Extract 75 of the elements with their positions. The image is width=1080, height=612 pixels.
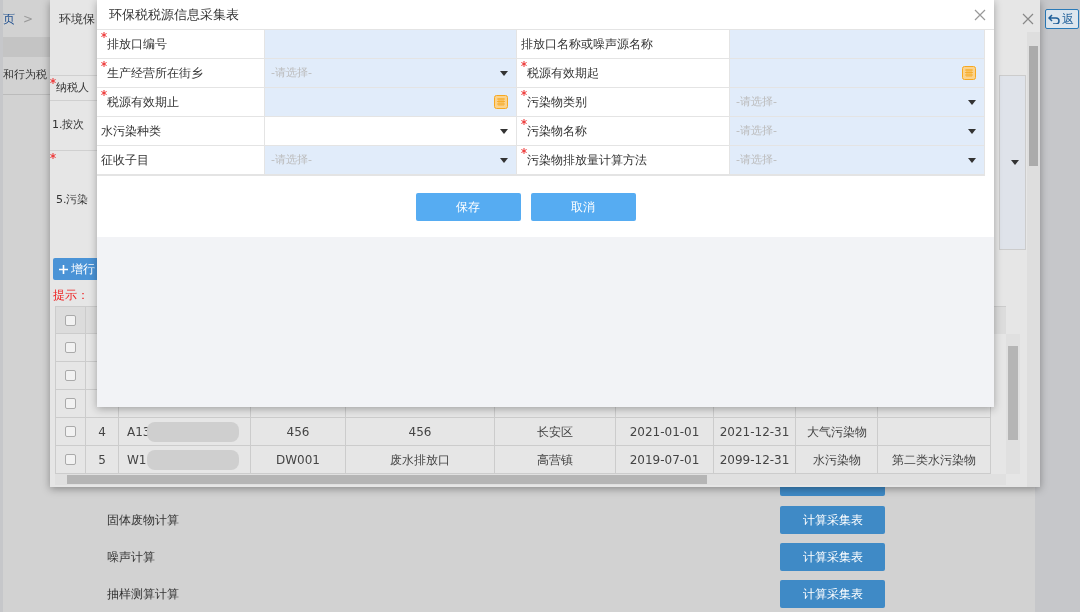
caret-icon [500, 128, 508, 134]
table-cell-text: 大气污染物 [806, 423, 867, 441]
caret-icon [968, 128, 976, 134]
table-cell-text: 456 [408, 423, 432, 441]
tab-label[interactable]: 和行为税 [3, 67, 47, 84]
field-label: 污染物名称 [527, 123, 587, 140]
field-label: 污染物排放量计算方法 [527, 152, 647, 169]
window-scrollbar[interactable] [1027, 32, 1040, 487]
calculate-button[interactable]: 计算采集表 [780, 542, 885, 571]
select-field[interactable] [265, 117, 517, 146]
caret-icon [968, 99, 976, 105]
calculation-label: 抽样测算计算 [107, 586, 179, 601]
close-icon[interactable] [1022, 12, 1034, 25]
table-cell-text: 4 [98, 423, 106, 441]
calculate-button[interactable] [780, 486, 885, 496]
table-cell-text: 高营镇 [537, 451, 573, 469]
calendar-icon[interactable] [962, 66, 976, 80]
breadcrumb-link[interactable]: 页 [3, 9, 15, 28]
table-cell-text: 5 [98, 451, 106, 469]
field-label: 排放口编号 [107, 36, 167, 53]
calculation-label: 固体废物计算 [107, 512, 179, 527]
add-row-button[interactable]: 增行 [53, 258, 97, 280]
dialog-title: 环保税税源信息采集表 [109, 5, 239, 24]
caret-icon [968, 157, 976, 163]
table-cell-text: 长安区 [537, 423, 573, 441]
table-cell-text: 第二类水污染物 [892, 451, 976, 469]
checkbox[interactable] [65, 314, 76, 326]
caret-icon [500, 157, 508, 163]
date-field[interactable] [265, 88, 517, 117]
return-arrow-icon [1048, 14, 1060, 24]
form-label: 1.按次 [52, 117, 85, 134]
field-label: 排放口名称或噪声源名称 [521, 36, 653, 53]
form-label: 5.污染 [56, 192, 89, 209]
caret-icon [1011, 160, 1019, 165]
table-cell-text: 2021-12-31 [719, 423, 790, 441]
table-cell-text: 2099-12-31 [719, 451, 790, 469]
table-cell-text: DW001 [276, 451, 320, 469]
window-title: 环境保 [59, 10, 95, 28]
plus-icon [59, 264, 68, 274]
tip-text: 提示： [53, 287, 90, 304]
field-label: 税源有效期止 [107, 94, 179, 111]
caret-icon [500, 70, 508, 76]
input-field[interactable] [730, 30, 985, 59]
field-label: 征收子目 [101, 152, 149, 169]
breadcrumb-separator: > [23, 10, 34, 28]
calculate-button[interactable]: 计算采集表 [780, 579, 885, 608]
save-button[interactable]: 保存 [415, 193, 521, 221]
table-cell-text: 水污染物 [812, 451, 861, 469]
toolbar-background [3, 37, 50, 57]
table-cell-text: 456 [286, 423, 310, 441]
table-cell-text: 废水排放口 [390, 451, 450, 469]
table-cell-text: 2021-01-01 [629, 423, 700, 441]
close-icon[interactable] [974, 8, 986, 21]
input-field[interactable] [265, 30, 517, 59]
table-cell-text: W1 [127, 451, 147, 469]
checkbox[interactable] [65, 454, 76, 465]
calculation-label: 噪声计算 [107, 549, 155, 564]
checkbox[interactable] [65, 342, 76, 353]
field-label: 生产经营所在街乡 [107, 65, 203, 82]
calendar-icon[interactable] [494, 95, 508, 109]
date-field[interactable] [730, 59, 985, 88]
form-label: 纳税人 [56, 79, 89, 96]
field-label: 水污染种类 [101, 123, 161, 140]
field-label: 税源有效期起 [527, 65, 599, 82]
checkbox[interactable] [65, 370, 76, 381]
vertical-scrollbar[interactable] [1006, 334, 1020, 474]
calculate-button[interactable]: 计算采集表 [780, 505, 885, 534]
back-button[interactable]: 返 [1045, 9, 1079, 29]
select-field[interactable] [999, 75, 1026, 250]
table-cell-text: 2019-07-01 [629, 451, 700, 469]
checkbox[interactable] [65, 426, 76, 437]
checkbox[interactable] [65, 398, 76, 409]
horizontal-scrollbar[interactable] [55, 474, 1006, 485]
cancel-button[interactable]: 取消 [530, 193, 636, 221]
field-label: 污染物类别 [527, 94, 587, 111]
